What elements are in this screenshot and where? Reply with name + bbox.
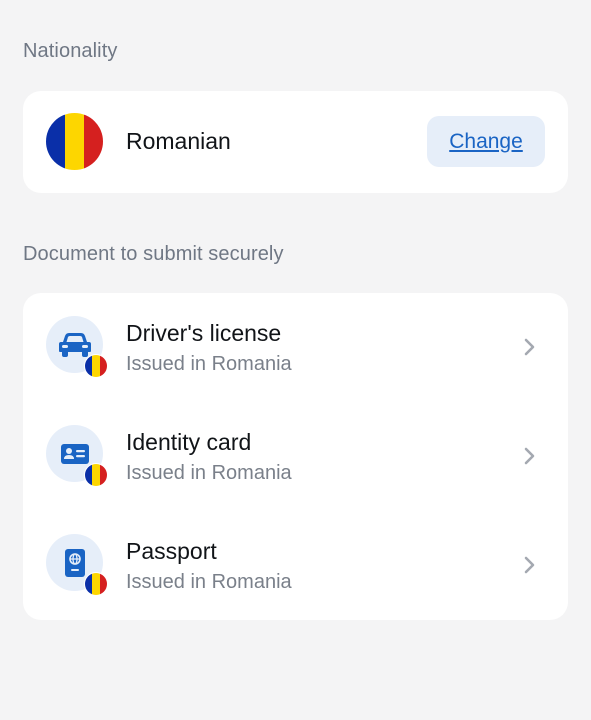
document-option-passport[interactable]: Passport Issued in Romania (23, 511, 568, 620)
document-subtitle: Issued in Romania (126, 353, 292, 375)
chevron-right-icon (524, 447, 535, 465)
document-subtitle: Issued in Romania (126, 462, 292, 484)
nationality-value: Romanian (126, 128, 231, 154)
nationality-card: Romanian Change (23, 91, 568, 193)
chevron-right-icon (524, 556, 535, 574)
romania-flag-icon (84, 572, 108, 596)
documents-card: Driver's license Issued in Romania Ident… (23, 293, 568, 620)
nationality-section-label: Nationality (23, 40, 118, 62)
chevron-right-icon (524, 338, 535, 356)
document-title: Driver's license (126, 320, 282, 346)
document-option-drivers-license[interactable]: Driver's license Issued in Romania (23, 293, 568, 402)
documents-section-label: Document to submit securely (23, 243, 284, 265)
document-option-identity-card[interactable]: Identity card Issued in Romania (23, 402, 568, 511)
document-title: Identity card (126, 429, 252, 455)
change-nationality-button[interactable]: Change (427, 116, 545, 167)
romania-flag-icon (84, 463, 108, 487)
document-subtitle: Issued in Romania (126, 571, 292, 593)
romania-flag-icon (46, 113, 103, 170)
romania-flag-icon (84, 354, 108, 378)
document-title: Passport (126, 538, 217, 564)
